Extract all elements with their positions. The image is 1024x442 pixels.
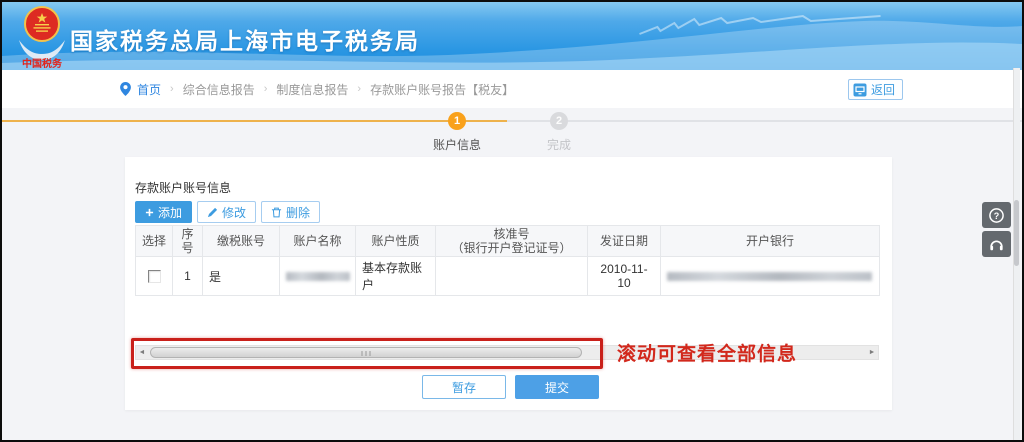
breadcrumb-item-comprehensive-report[interactable]: 综合信息报告 [183, 81, 255, 98]
redacted-bank-name [667, 272, 872, 281]
breadcrumb-home[interactable]: 首页 [137, 81, 161, 98]
delete-button-label: 删除 [286, 204, 310, 221]
page-title: 国家税务总局上海市电子税务局 [70, 22, 420, 56]
svg-text:?: ? [994, 210, 1000, 220]
cell-account-nature: 基本存款账户 [356, 257, 436, 296]
col-approval-no-line2: （银行开户登记证号） [451, 241, 571, 255]
add-button[interactable]: 添加 [135, 201, 192, 223]
row-checkbox[interactable] [148, 270, 161, 283]
redacted-account-name [286, 272, 350, 281]
modify-button-label: 修改 [222, 204, 246, 221]
col-bank: 开户银行 [661, 226, 880, 257]
breadcrumb-separator: › [264, 83, 268, 95]
cell-seq: 1 [173, 257, 203, 296]
step-line-active [2, 120, 507, 122]
step-wizard: 1 2 账户信息 完成 [2, 107, 1022, 153]
breadcrumb-separator: › [357, 83, 361, 95]
cell-bank [661, 257, 880, 296]
return-icon [853, 83, 867, 97]
step-line-pending [507, 120, 1022, 122]
table-toolbar: 添加 修改 删除 [135, 201, 320, 223]
tax-bureau-logo-icon: 中国税务 [14, 4, 70, 68]
step-1-dot: 1 [448, 112, 466, 130]
save-draft-button[interactable]: 暂存 [422, 375, 506, 399]
cell-approval-no [436, 257, 588, 296]
content-card: 存款账户账号信息 添加 修改 删除 选择 序 [125, 157, 892, 410]
step-2-dot: 2 [550, 112, 568, 130]
col-issue-date: 发证日期 [588, 226, 661, 257]
location-pin-icon [120, 82, 131, 96]
scroll-hint-text: 滚动可查看全部信息 [617, 339, 797, 366]
section-title: 存款账户账号信息 [135, 179, 231, 196]
step-1-label: 账户信息 [433, 136, 481, 153]
return-button[interactable]: 返回 [848, 79, 903, 100]
col-select: 选择 [136, 226, 173, 257]
submit-button[interactable]: 提交 [515, 375, 599, 399]
delete-button[interactable]: 删除 [261, 201, 320, 223]
app-header: 中国税务 国家税务总局上海市电子税务局 [2, 2, 1022, 70]
col-account-name: 账户名称 [280, 226, 356, 257]
logo-caption: 中国税务 [22, 57, 63, 68]
breadcrumb-separator: › [170, 83, 174, 95]
breadcrumb-item-system-report[interactable]: 制度信息报告 [276, 81, 348, 98]
breadcrumb-item-deposit-account-report[interactable]: 存款账户账号报告【税友】 [370, 81, 514, 98]
trash-icon [271, 207, 282, 218]
col-account-nature: 账户性质 [356, 226, 436, 257]
cell-account-name [280, 257, 356, 296]
vertical-scrollbar-thumb[interactable] [1014, 200, 1019, 266]
scroll-right-arrow-icon[interactable]: ► [866, 346, 878, 359]
headset-icon [988, 236, 1005, 253]
plus-icon [145, 208, 154, 217]
breadcrumb: 首页 › 综合信息报告 › 制度信息报告 › 存款账户账号报告【税友】 [120, 70, 514, 108]
cell-issue-date: 2010-11-10 [588, 257, 661, 296]
step-2-label: 完成 [547, 136, 571, 153]
col-approval-no-line1: 核准号 [493, 227, 529, 241]
return-button-label: 返回 [871, 81, 895, 98]
question-circle-icon: ? [988, 207, 1005, 224]
table-row: 1 是 基本存款账户 2010-11-10 [136, 257, 880, 296]
table-header-row: 选择 序号 缴税账号 账户名称 账户性质 核准号 （银行开户登记证号） 发证日期… [136, 226, 880, 257]
col-approval-no: 核准号 （银行开户登记证号） [436, 226, 588, 257]
cell-tax-account: 是 [203, 257, 280, 296]
help-button[interactable]: ? [982, 202, 1011, 228]
col-tax-account: 缴税账号 [203, 226, 280, 257]
pencil-icon [207, 207, 218, 218]
accounts-table: 选择 序号 缴税账号 账户名称 账户性质 核准号 （银行开户登记证号） 发证日期… [135, 225, 880, 296]
breadcrumb-bar: 首页 › 综合信息报告 › 制度信息报告 › 存款账户账号报告【税友】 返回 [2, 70, 1022, 108]
side-toolbar: ? [982, 202, 1011, 257]
modify-button[interactable]: 修改 [197, 201, 256, 223]
annotation-highlight-box [131, 338, 603, 369]
page: 中国税务 国家税务总局上海市电子税务局 首页 › 综合信息报告 › 制度信息报告… [0, 0, 1024, 442]
col-seq: 序号 [173, 226, 203, 257]
add-button-label: 添加 [158, 204, 182, 221]
customer-service-button[interactable] [982, 231, 1011, 257]
